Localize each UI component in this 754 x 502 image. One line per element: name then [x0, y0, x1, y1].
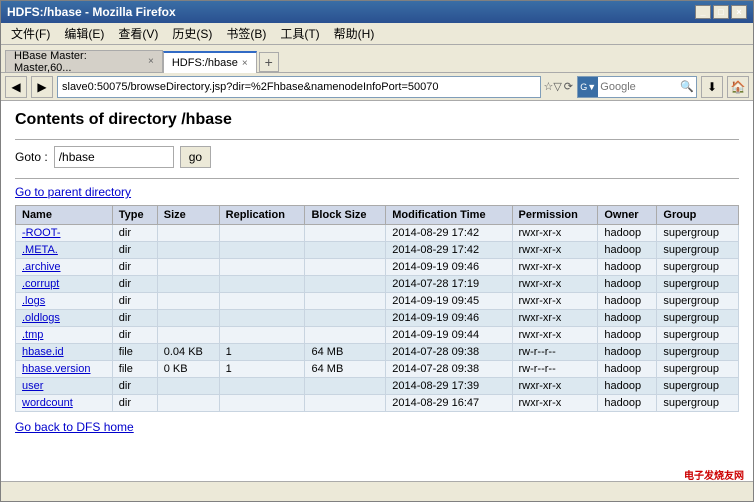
- tab-hbase-master[interactable]: HBase Master: Master,60... ×: [5, 50, 163, 72]
- tab-hdfs-hbase[interactable]: HDFS:/hbase ×: [163, 51, 257, 73]
- goto-button[interactable]: go: [180, 146, 211, 168]
- col-header-owner: Owner: [598, 206, 657, 225]
- dfs-home-link[interactable]: Go back to DFS home: [15, 420, 739, 434]
- file-link[interactable]: .archive: [22, 261, 61, 273]
- tab-label-1: HBase Master: Master,60...: [14, 50, 144, 74]
- file-link[interactable]: user: [22, 380, 43, 392]
- tab-label-2: HDFS:/hbase: [172, 57, 238, 69]
- col-header-block-size: Block Size: [305, 206, 386, 225]
- window-title: HDFS:/hbase - Mozilla Firefox: [7, 5, 176, 19]
- table-row: .tmpdir2014-09-19 09:44rwxr-xr-xhadoopsu…: [16, 327, 739, 344]
- goto-label: Goto :: [15, 150, 48, 164]
- table-row: userdir2014-08-29 17:39rwxr-xr-xhadoopsu…: [16, 378, 739, 395]
- download-button[interactable]: ⬇: [701, 76, 723, 98]
- col-header-mod-time: Modification Time: [386, 206, 512, 225]
- separator-2: [15, 178, 739, 179]
- browser-window: HDFS:/hbase - Mozilla Firefox _ □ × 文件(F…: [0, 0, 754, 502]
- menu-edit[interactable]: 编辑(E): [58, 23, 110, 44]
- col-header-type: Type: [112, 206, 157, 225]
- menu-tools[interactable]: 工具(T): [274, 23, 325, 44]
- status-bar: [1, 481, 753, 501]
- table-row: wordcountdir2014-08-29 16:47rwxr-xr-xhad…: [16, 395, 739, 412]
- menu-view[interactable]: 查看(V): [112, 23, 164, 44]
- watermark: 电子发烧友网: [684, 467, 744, 482]
- file-link[interactable]: .logs: [22, 295, 45, 307]
- search-input[interactable]: [598, 81, 678, 93]
- table-row: hbase.idfile0.04 KB164 MB2014-07-28 09:3…: [16, 344, 739, 361]
- file-link[interactable]: .oldlogs: [22, 312, 60, 324]
- title-bar: HDFS:/hbase - Mozilla Firefox _ □ ×: [1, 1, 753, 23]
- table-row: .corruptdir2014-07-28 17:19rwxr-xr-xhado…: [16, 276, 739, 293]
- menu-bookmarks[interactable]: 书签(B): [220, 23, 272, 44]
- table-row: -ROOT-dir2014-08-29 17:42rwxr-xr-xhadoop…: [16, 225, 739, 242]
- tab-close-2[interactable]: ×: [242, 58, 248, 69]
- nav-bar: ◀ ▶ ☆▽ ⟳ G▼ 🔍 ⬇ 🏠: [1, 73, 753, 101]
- forward-button[interactable]: ▶: [31, 76, 53, 98]
- page-title: Contents of directory /hbase: [15, 111, 739, 129]
- new-tab-button[interactable]: +: [259, 52, 279, 72]
- back-button[interactable]: ◀: [5, 76, 27, 98]
- file-link[interactable]: .tmp: [22, 329, 43, 341]
- search-bar[interactable]: G▼ 🔍: [577, 76, 697, 98]
- tab-bar: HBase Master: Master,60... × HDFS:/hbase…: [1, 45, 753, 73]
- file-link[interactable]: .corrupt: [22, 278, 59, 290]
- table-row: .logsdir2014-09-19 09:45rwxr-xr-xhadoops…: [16, 293, 739, 310]
- col-header-replication: Replication: [219, 206, 305, 225]
- parent-directory-link[interactable]: Go to parent directory: [15, 185, 739, 199]
- table-row: .META.dir2014-08-29 17:42rwxr-xr-xhadoop…: [16, 242, 739, 259]
- menu-bar: 文件(F) 编辑(E) 查看(V) 历史(S) 书签(B) 工具(T) 帮助(H…: [1, 23, 753, 45]
- goto-bar: Goto : go: [15, 146, 739, 168]
- window-controls: _ □ ×: [695, 5, 747, 19]
- tab-close-1[interactable]: ×: [148, 56, 154, 67]
- minimize-button[interactable]: _: [695, 5, 711, 19]
- col-header-permission: Permission: [512, 206, 598, 225]
- search-submit-icon[interactable]: 🔍: [678, 80, 696, 93]
- file-link[interactable]: hbase.version: [22, 363, 91, 375]
- address-bar[interactable]: [57, 76, 541, 98]
- file-link[interactable]: .META.: [22, 244, 58, 256]
- table-row: .archivedir2014-09-19 09:46rwxr-xr-xhado…: [16, 259, 739, 276]
- menu-history[interactable]: 历史(S): [166, 23, 218, 44]
- home-button[interactable]: 🏠: [727, 76, 749, 98]
- file-link[interactable]: -ROOT-: [22, 227, 61, 239]
- close-button[interactable]: ×: [731, 5, 747, 19]
- search-provider-icon: G▼: [578, 77, 598, 97]
- goto-input[interactable]: [54, 146, 174, 168]
- col-header-group: Group: [657, 206, 739, 225]
- menu-help[interactable]: 帮助(H): [328, 23, 381, 44]
- table-row: .oldlogsdir2014-09-19 09:46rwxr-xr-xhado…: [16, 310, 739, 327]
- col-header-size: Size: [157, 206, 219, 225]
- file-link[interactable]: wordcount: [22, 397, 73, 409]
- col-header-name: Name: [16, 206, 113, 225]
- file-table: Name Type Size Replication Block Size Mo…: [15, 205, 739, 412]
- menu-file[interactable]: 文件(F): [5, 23, 56, 44]
- main-content: Contents of directory /hbase Goto : go G…: [1, 101, 753, 481]
- address-input[interactable]: [62, 81, 536, 93]
- separator-1: [15, 139, 739, 140]
- file-link[interactable]: hbase.id: [22, 346, 64, 358]
- table-header-row: Name Type Size Replication Block Size Mo…: [16, 206, 739, 225]
- table-row: hbase.versionfile0 KB164 MB2014-07-28 09…: [16, 361, 739, 378]
- restore-button[interactable]: □: [713, 5, 729, 19]
